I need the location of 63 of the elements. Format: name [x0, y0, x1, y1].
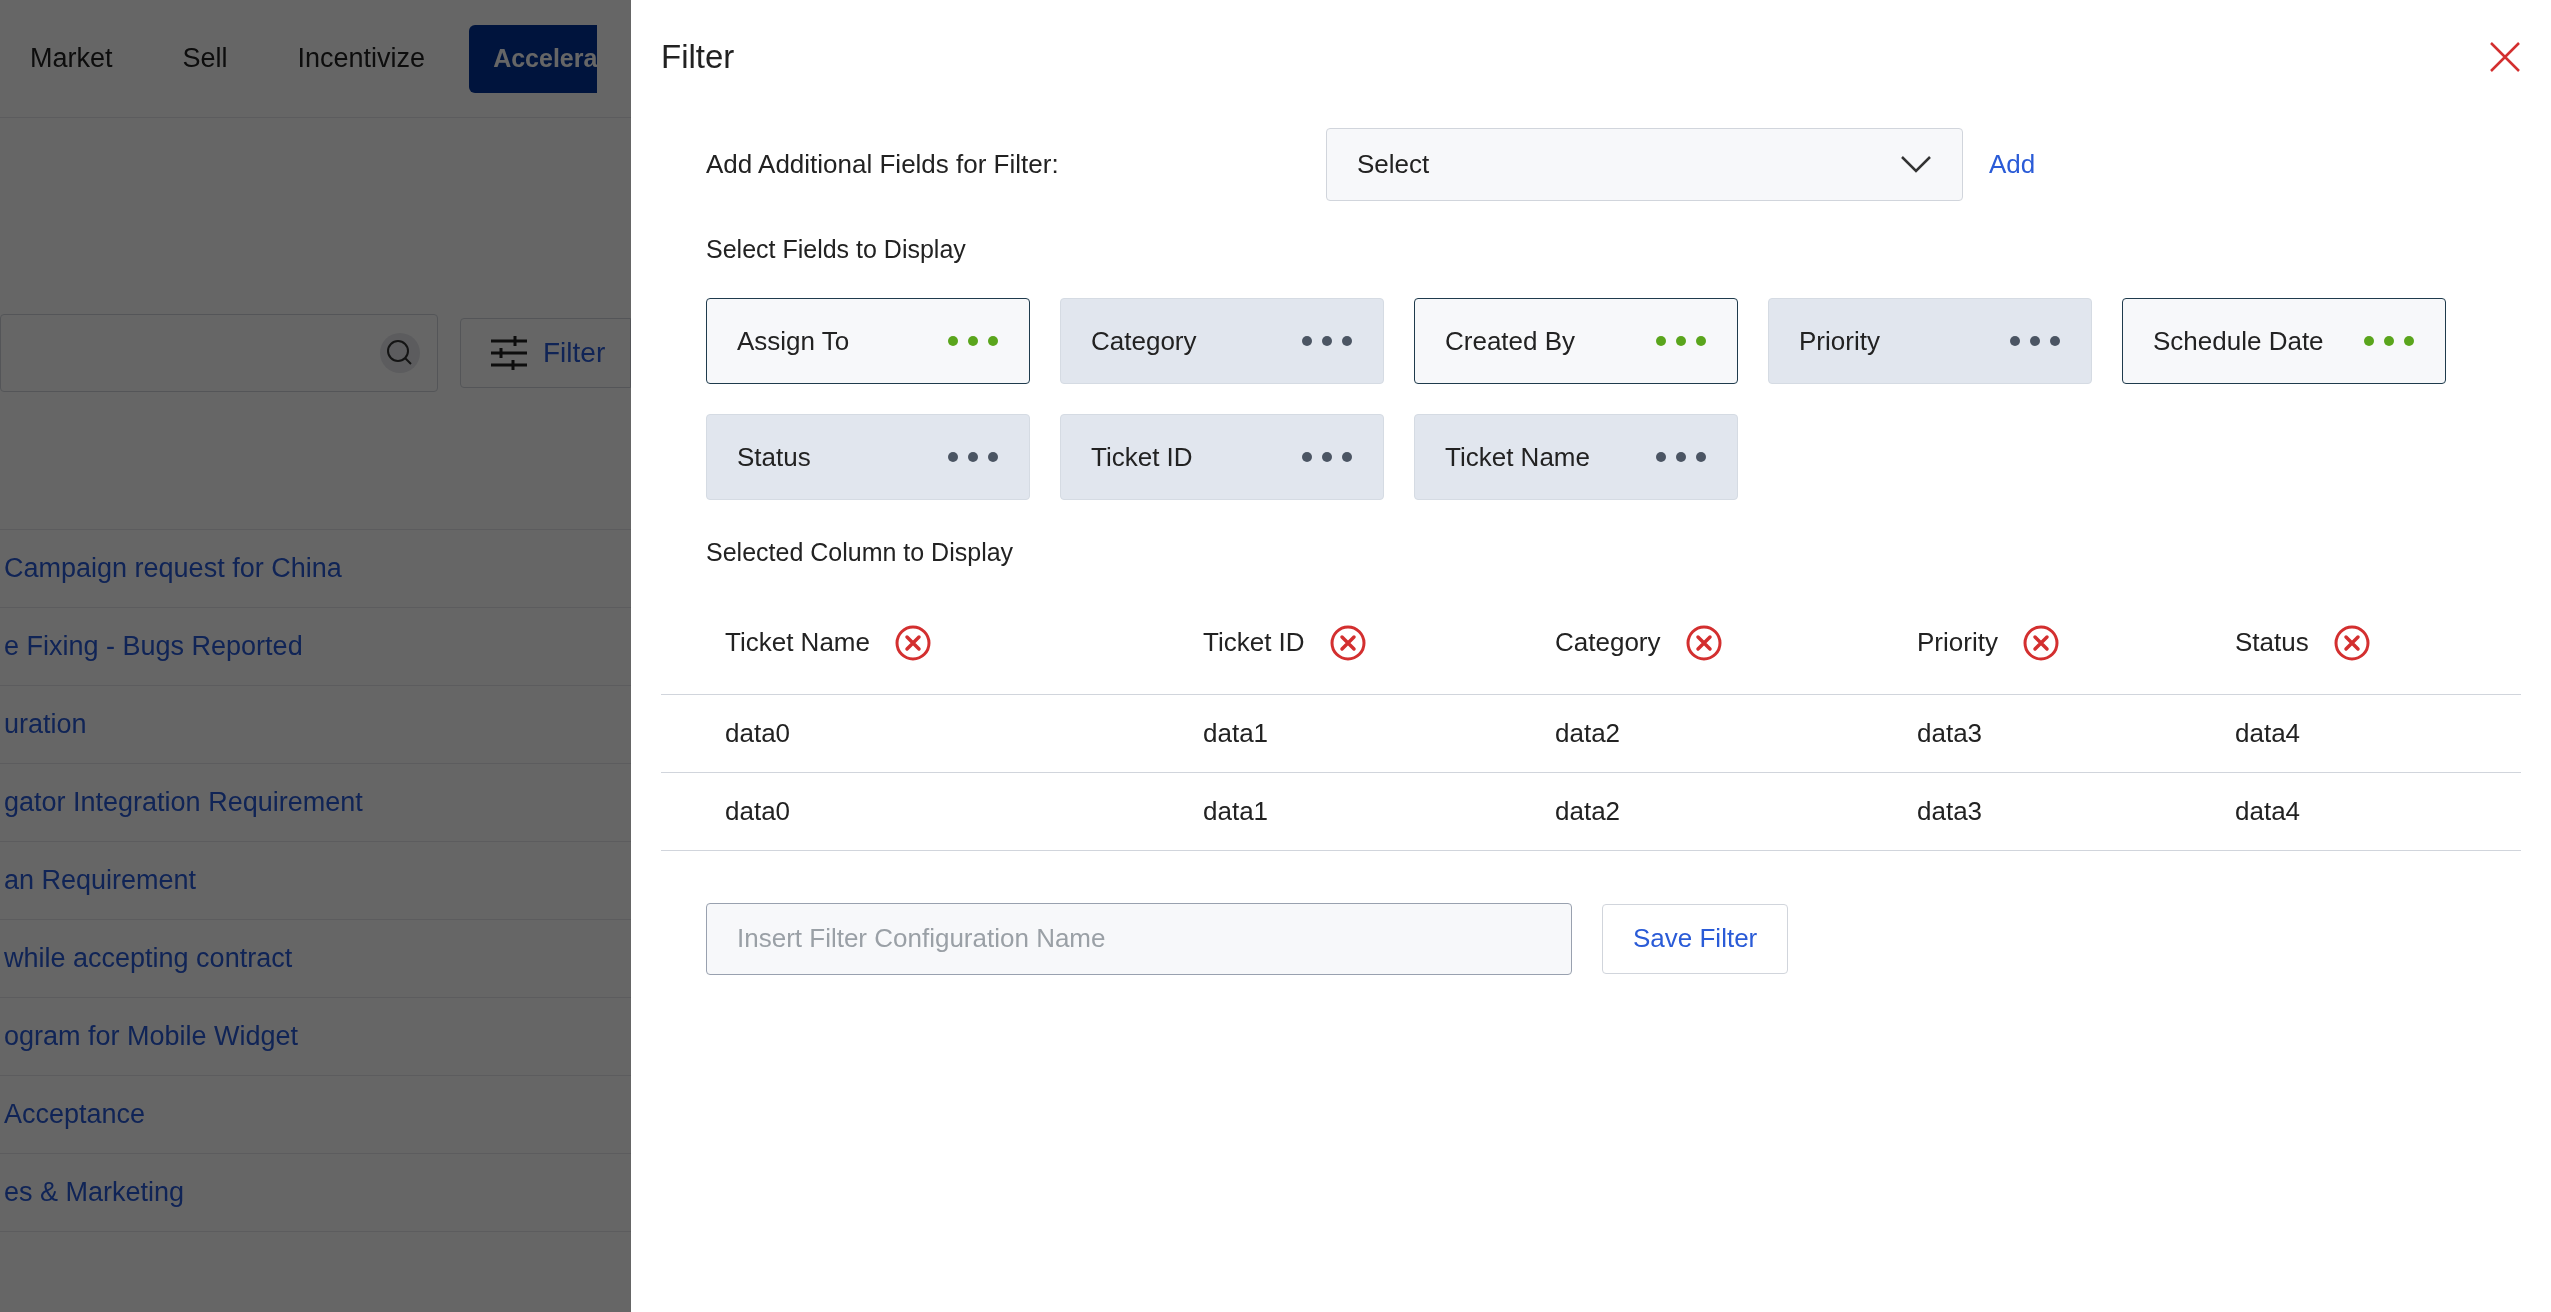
- table-cell-text: data0: [725, 716, 792, 750]
- table-cell-text: data2: [1555, 794, 1622, 828]
- ticket-link[interactable]: while accepting contract: [4, 938, 293, 979]
- ticket-link[interactable]: an Requirement: [4, 860, 197, 901]
- remove-icon[interactable]: [2021, 623, 2060, 662]
- field-chip[interactable]: Schedule Date: [2122, 298, 2446, 384]
- more-icon[interactable]: [1301, 335, 1353, 347]
- select-dropdown[interactable]: Select: [1326, 127, 1963, 201]
- ticket-link[interactable]: gator Integration Requirement: [4, 782, 363, 823]
- ticket-link[interactable]: es & Marketing: [4, 1172, 185, 1213]
- ticket-link[interactable]: Acceptance: [4, 1094, 146, 1135]
- more-icon[interactable]: [2009, 335, 2061, 347]
- nav-tab[interactable]: Market: [30, 38, 113, 79]
- sliders-icon: [491, 336, 527, 370]
- ticket-link[interactable]: Campaign request for China: [4, 548, 342, 589]
- more-icon[interactable]: [1655, 451, 1707, 463]
- save-filter-button[interactable]: Save Filter: [1602, 903, 1789, 974]
- section-heading: Select Fields to Display: [705, 233, 967, 265]
- column-header: Status: [2235, 626, 2309, 659]
- remove-icon[interactable]: [1328, 623, 1367, 662]
- field-label: Add Additional Fields for Filter:: [706, 147, 1060, 181]
- ticket-link[interactable]: uration: [4, 704, 87, 745]
- table-cell-text: data0: [725, 794, 792, 828]
- table-cell-text: data1: [1203, 794, 1270, 828]
- more-icon[interactable]: [2363, 335, 2415, 347]
- search-icon[interactable]: [379, 332, 421, 374]
- column-header: Category: [1555, 626, 1661, 659]
- chevron-down-icon: [1900, 155, 1932, 173]
- column-header: Priority: [1917, 626, 1998, 659]
- remove-icon[interactable]: [893, 623, 932, 662]
- table-cell-text: data3: [1917, 794, 1984, 828]
- field-chip[interactable]: Ticket Name: [1414, 414, 1738, 500]
- section-heading: Selected Column to Display: [705, 537, 1015, 568]
- field-chip[interactable]: Created By: [1414, 298, 1738, 384]
- table-cell-text: data4: [2235, 716, 2302, 750]
- nav-tab[interactable]: Accelera: [469, 24, 598, 93]
- more-icon[interactable]: [947, 335, 999, 347]
- column-header: Ticket ID: [1203, 626, 1305, 659]
- more-icon[interactable]: [1655, 335, 1707, 347]
- nav-tab[interactable]: Incentivize: [297, 38, 426, 79]
- filter-button[interactable]: Filter: [460, 318, 631, 388]
- field-chip[interactable]: Status: [706, 414, 1030, 500]
- more-icon[interactable]: [1301, 451, 1353, 463]
- remove-icon[interactable]: [2332, 623, 2371, 662]
- field-chip[interactable]: Category: [1060, 298, 1384, 384]
- add-link[interactable]: Add: [1989, 144, 2036, 184]
- table-cell-text: data4: [2235, 794, 2302, 828]
- nav-tab[interactable]: Sell: [182, 38, 228, 79]
- field-chip[interactable]: Priority: [1768, 298, 2092, 384]
- remove-icon[interactable]: [1684, 623, 1723, 662]
- field-chip[interactable]: Ticket ID: [1060, 414, 1384, 500]
- ticket-link[interactable]: ogram for Mobile Widget: [4, 1016, 299, 1057]
- ticket-link[interactable]: e Fixing - Bugs Reported: [4, 626, 303, 667]
- field-chip[interactable]: Assign To: [706, 298, 1030, 384]
- column-header: Ticket Name: [725, 626, 870, 659]
- more-icon[interactable]: [947, 451, 999, 463]
- table-cell-text: data2: [1555, 716, 1622, 750]
- dialog-title: Filter: [661, 37, 735, 77]
- table-cell-text: data3: [1917, 716, 1984, 750]
- table-cell-text: data1: [1203, 716, 1270, 750]
- search-field[interactable]: [0, 314, 438, 392]
- close-icon[interactable]: [2489, 40, 2521, 73]
- configuration-name-field[interactable]: Insert Filter Configuration Name: [706, 902, 1572, 975]
